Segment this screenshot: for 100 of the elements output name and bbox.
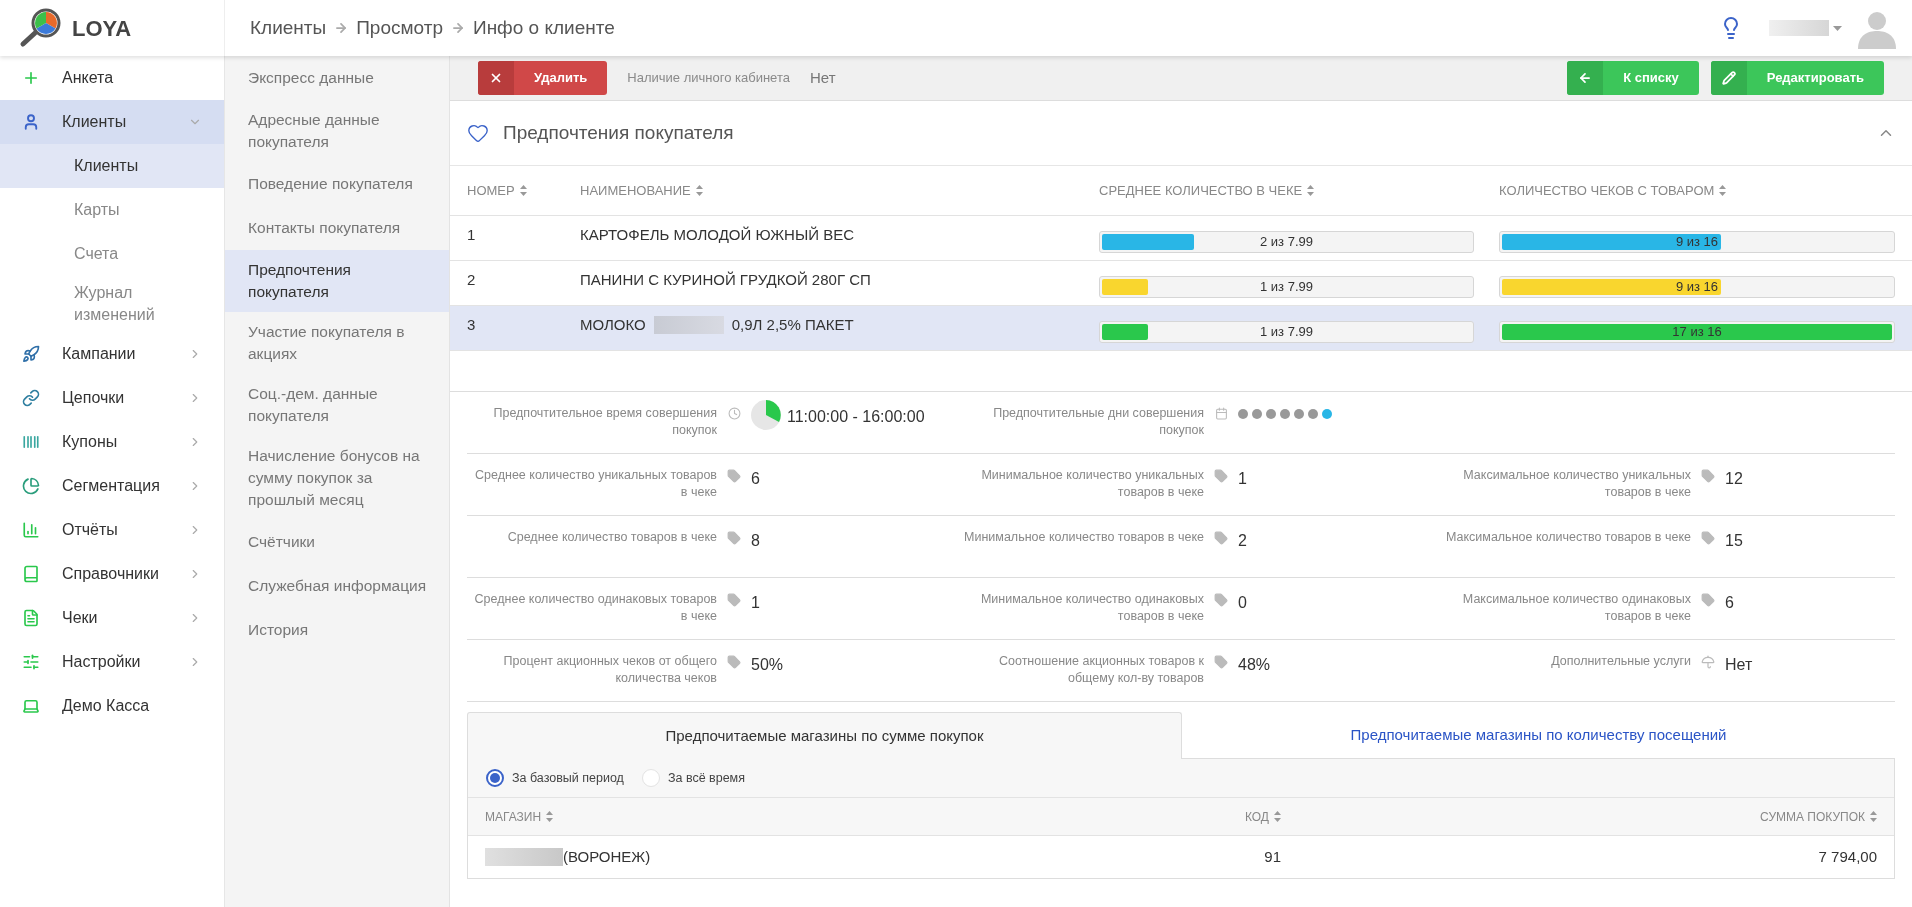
arrow-right-icon	[334, 21, 349, 35]
stat-label: Максимальное количество уникальных товаров в чеке	[1462, 467, 1691, 501]
sidebar-item[interactable]: Настройки	[0, 640, 224, 684]
caret-icon[interactable]	[1833, 25, 1842, 31]
table-cell-text: (ВОРОНЕЖ)	[563, 846, 651, 867]
stat-value: 1	[1238, 469, 1247, 489]
sidebar-subitem[interactable]: Карты	[0, 188, 224, 232]
sidebar-subitem[interactable]: Счета	[0, 232, 224, 276]
stat-label: Процент акционных чеков от общего количества чеков	[502, 653, 717, 687]
column-header[interactable]: НОМЕР	[467, 180, 580, 201]
bar-chart-icon	[22, 521, 40, 539]
field-value: Нет	[809, 67, 836, 88]
sort-icon	[1719, 185, 1727, 196]
stat-label: Минимальное количество товаров в чеке	[963, 529, 1204, 546]
stat-value: Нет	[1725, 655, 1753, 675]
redacted-text	[653, 316, 724, 334]
progress-reading: 9 из 16	[1675, 233, 1719, 252]
tag-icon	[1214, 469, 1228, 483]
redacted-user-name	[1769, 20, 1829, 36]
document-icon	[22, 609, 40, 627]
stat-value: 48%	[1238, 655, 1271, 675]
sort-icon	[695, 185, 703, 196]
time-pie-icon	[751, 400, 781, 430]
column-header[interactable]: НАИМЕНОВАНИЕ	[580, 180, 1099, 201]
column-header[interactable]: СУММА ПОКУПОК	[1281, 807, 1877, 826]
stat-value: 6	[751, 469, 760, 489]
table-cell: 3	[467, 316, 476, 334]
breadcrumb[interactable]: Просмотр	[356, 13, 443, 43]
section-nav-item[interactable]: Счётчики	[225, 520, 449, 564]
section-nav-item[interactable]: Адресные данные покупателя	[225, 100, 449, 162]
sort-icon	[1870, 811, 1877, 822]
stat-label: Минимальное количество уникальных товаров в чеке	[980, 467, 1204, 501]
pencil-icon	[1721, 71, 1736, 85]
link-icon	[22, 389, 40, 407]
sidebar-item[interactable]: Чеки	[0, 596, 224, 640]
sidebar-item[interactable]: Отчёты	[0, 508, 224, 552]
sort-icon	[519, 185, 527, 196]
section-nav-item[interactable]: История	[225, 608, 449, 652]
stat-value: 15	[1725, 531, 1743, 551]
tag-icon	[727, 531, 741, 545]
sidebar-item[interactable]: Купоны	[0, 420, 224, 464]
stat-label: Соотношение акционных товаров к общему кол-ву товаров	[997, 653, 1204, 687]
stat-value: 11:00:00 - 16:00:00	[787, 407, 925, 427]
progress-reading: 1 из 7.99	[1260, 278, 1313, 297]
stat-value: 8	[751, 531, 760, 551]
table-row[interactable]: 3 МОЛОКО 0,9Л 2,5% ПАКЕТ 1 из 7.99 17 из 16	[450, 306, 1912, 351]
progress-reading: 17 из 16	[1672, 323, 1722, 342]
section-nav-item[interactable]: Соц.-дем. данные покупателя	[225, 374, 449, 436]
app-name: LOYA	[72, 14, 132, 43]
delete-button[interactable]: Удалить	[478, 61, 608, 95]
progress-reading: 9 из 16	[1675, 278, 1719, 297]
sidebar-item[interactable]: Анкета	[0, 56, 224, 100]
stat-value: 1	[751, 593, 760, 613]
section-nav-item[interactable]: Начисление бонусов на сумму покупок за прошлый месяц	[225, 436, 449, 520]
tag-icon	[1214, 593, 1228, 607]
sidebar-item[interactable]: Кампании	[0, 332, 224, 376]
section-nav-item[interactable]: Поведение покупателя	[225, 162, 449, 206]
sidebar-subitem[interactable]: Клиенты	[0, 144, 224, 188]
stat-value: 2	[1238, 531, 1247, 551]
section-nav-item[interactable]: Контакты покупателя	[225, 206, 449, 250]
sidebar-item[interactable]: Клиенты	[0, 100, 224, 144]
sort-icon	[1307, 185, 1315, 196]
barcode-icon	[22, 433, 40, 451]
column-header[interactable]: СРЕДНЕЕ КОЛИЧЕСТВО В ЧЕКЕ	[1099, 180, 1499, 201]
pie-chart-icon	[22, 477, 40, 495]
radio-label[interactable]: За всё время	[667, 768, 745, 788]
radio-button[interactable]	[486, 769, 504, 787]
stat-value: 6	[1725, 593, 1734, 613]
heart-icon	[467, 122, 489, 144]
table-cell-text: 7 794,00	[1818, 846, 1877, 867]
sidebar-item[interactable]: Цепочки	[0, 376, 224, 420]
sidebar-item[interactable]: Сегментация	[0, 464, 224, 508]
umbrella-icon	[1701, 655, 1715, 669]
breadcrumb[interactable]: Клиенты	[250, 13, 327, 43]
column-header[interactable]: КОЛИЧЕСТВО ЧЕКОВ С ТОВАРОМ	[1499, 180, 1895, 201]
table-cell: МОЛОКО	[580, 316, 646, 334]
section-nav-item[interactable]: Предпочтения покупателя	[225, 250, 449, 312]
sidebar-item[interactable]: Демо Касса	[0, 684, 224, 728]
panel-title: Предпочтения покупателя	[503, 120, 735, 145]
table-cell: 1	[467, 226, 476, 244]
tab[interactable]: Предпочитаемые магазины по сумме покупок	[467, 712, 1182, 759]
stat-label: Среднее количество одинаковых товаров в чеке	[473, 591, 717, 625]
stat-label: Среднее количество уникальных товаров в чеке	[474, 467, 717, 501]
table-cell: 0,9Л 2,5% ПАКЕТ	[731, 316, 854, 334]
sort-icon	[1274, 811, 1281, 822]
column-header[interactable]: МАГАЗИН	[485, 807, 1081, 826]
sidebar-item[interactable]: Справочники	[0, 552, 224, 596]
column-header[interactable]: КОД	[1081, 807, 1281, 826]
radio-label[interactable]: За базовый период	[512, 768, 624, 788]
field-label: Наличие личного кабинета	[627, 69, 790, 88]
section-nav-item[interactable]: Участие покупателя в акциях	[225, 312, 449, 374]
progress-reading: 1 из 7.99	[1260, 323, 1313, 342]
sidebar-subitem[interactable]: Журнал изменений	[0, 276, 224, 332]
section-nav-item[interactable]: Служебная информация	[225, 564, 449, 608]
tag-icon	[1701, 593, 1715, 607]
sliders-icon	[22, 653, 40, 671]
section-nav-item[interactable]: Экспресс данные	[225, 56, 449, 100]
stat-label: Предпочтительное время совершения покупок	[492, 405, 717, 439]
breadcrumb: Инфо о клиенте	[472, 15, 615, 40]
user-icon	[22, 113, 40, 131]
